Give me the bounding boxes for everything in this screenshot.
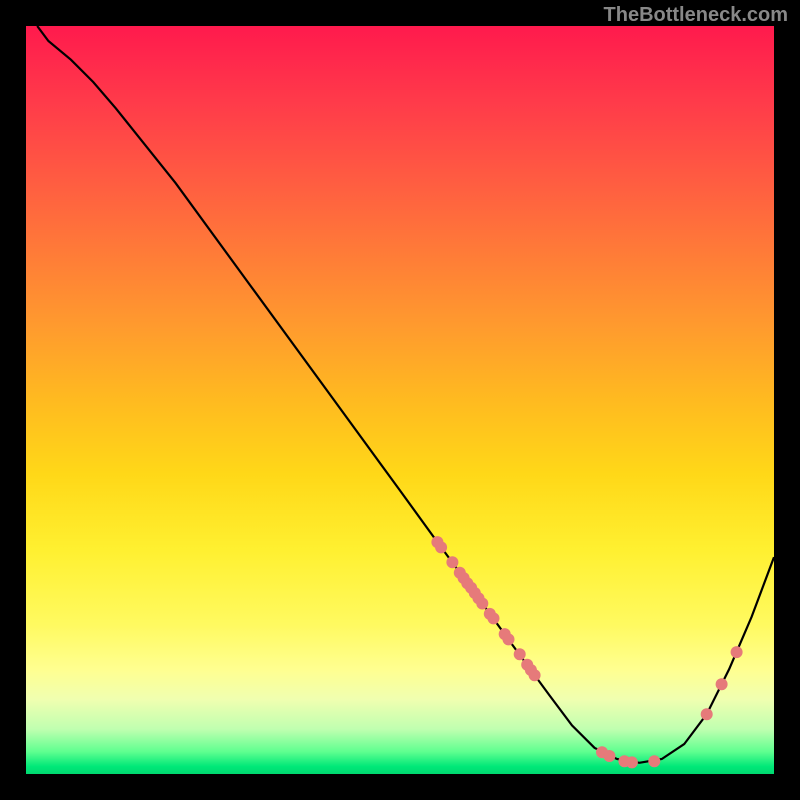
- watermark-label: TheBottleneck.com: [604, 4, 788, 27]
- chart-container: [26, 26, 774, 774]
- data-marker: [514, 648, 526, 660]
- data-marker: [626, 756, 638, 768]
- chart-svg: [26, 26, 774, 774]
- data-marker: [476, 598, 488, 610]
- data-marker: [435, 541, 447, 553]
- bottleneck-curve: [37, 26, 774, 763]
- data-marker: [503, 633, 515, 645]
- data-marker: [488, 612, 500, 624]
- data-marker: [731, 646, 743, 658]
- data-marker: [603, 750, 615, 762]
- marker-group: [431, 536, 742, 768]
- data-marker: [648, 755, 660, 767]
- data-marker: [716, 678, 728, 690]
- data-marker: [529, 669, 541, 681]
- data-marker: [701, 708, 713, 720]
- data-marker: [446, 556, 458, 568]
